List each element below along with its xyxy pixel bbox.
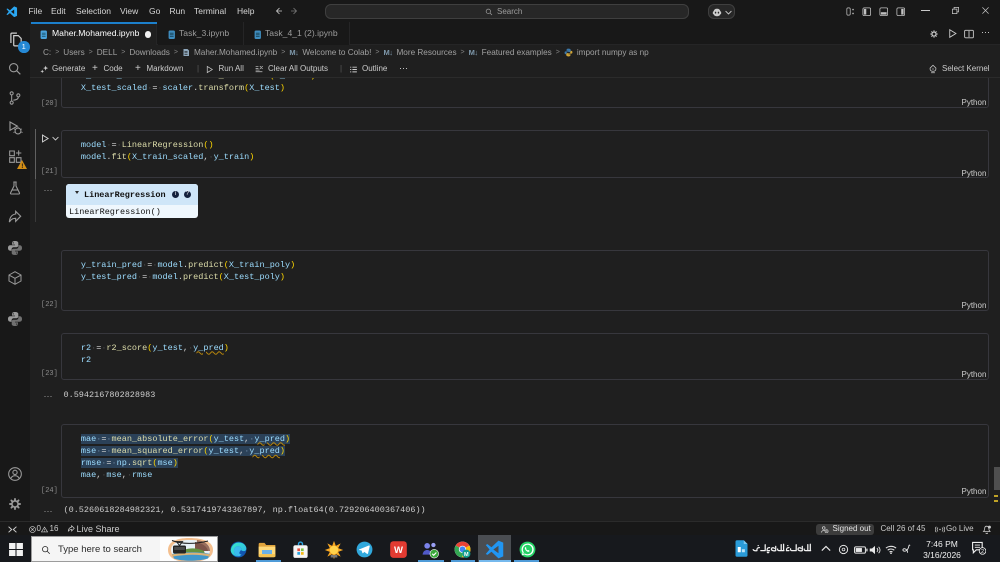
svg-text:M: M (464, 552, 469, 558)
svg-text:2: 2 (981, 549, 984, 555)
svg-text:W: W (394, 545, 403, 556)
